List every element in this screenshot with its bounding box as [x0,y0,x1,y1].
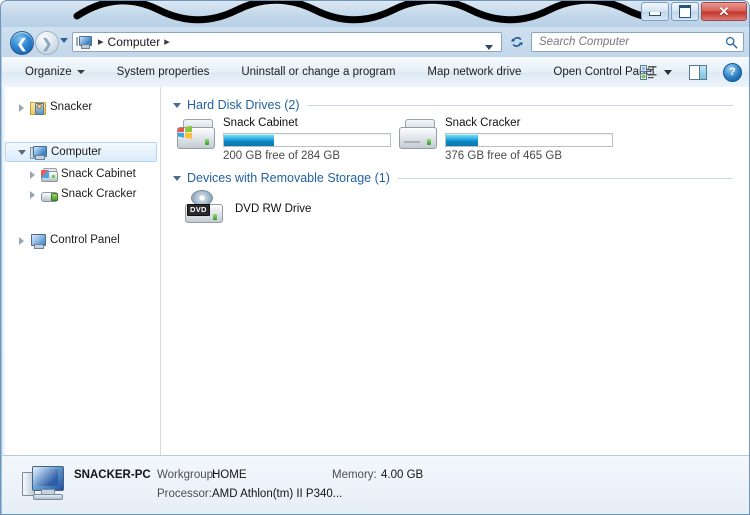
breadcrumb-separator-trailing[interactable]: ▸ [164,36,170,48]
system-properties-button[interactable]: System properties [108,62,219,82]
drive-usage-fill [446,134,478,146]
explorer-window: ✕ ❮ ❯ ▸ Computer ▸ Search Computer Organ… [0,0,750,515]
body-area: Snacker Computer Snack Cabinet Snack Cra… [2,87,749,455]
help-icon[interactable]: ? [723,62,742,82]
obscured-title-scribble [73,1,661,24]
maximize-icon [679,5,691,18]
group-title: Devices with Removable Storage (1) [187,171,390,185]
screenshot-root: ✕ ❮ ❯ ▸ Computer ▸ Search Computer Organ… [0,0,750,515]
sidebar-item-label: Snack Cabinet [61,168,136,180]
hard-drive-icon [40,167,58,182]
sidebar-item-snacker[interactable]: Snacker [2,97,160,117]
view-options-icon[interactable] [640,64,657,80]
workgroup-value: HOME [212,469,247,481]
uninstall-or-change-program-button[interactable]: Uninstall or change a program [232,62,404,82]
content-pane: Hard Disk Drives (2) Snack Cabinet 200 G… [161,87,749,455]
details-pane: SNACKER-PC Workgroup: HOME Memory: 4.00 … [2,455,749,514]
drive-usage-bar [223,133,391,147]
command-bar-right-group: ? [640,57,744,87]
command-bar: Organize System properties Uninstall or … [2,57,749,88]
dvd-drive-icon: DVD [183,190,225,226]
memory-value: 4.00 GB [381,469,424,481]
user-folder-icon [29,100,46,115]
computer-name: SNACKER-PC [74,469,151,481]
back-arrow-icon: ❮ [16,35,28,51]
title-bar[interactable]: ✕ [1,1,749,27]
close-icon: ✕ [718,4,730,19]
breadcrumb-item-computer[interactable]: Computer [108,35,161,49]
control-panel-icon [29,233,46,249]
group-header-hard-disk-drives[interactable]: Hard Disk Drives (2) [173,97,733,113]
drive-usage-bar [445,133,613,147]
search-icon [725,36,738,49]
address-bar: ❮ ❯ ▸ Computer ▸ [2,27,749,57]
close-button[interactable]: ✕ [701,2,747,21]
organize-label: Organize [25,66,72,78]
window-controls[interactable]: ✕ [639,2,747,22]
memory-label: Memory: [332,469,377,481]
computer-icon [76,35,92,49]
device-name: DVD RW Drive [235,203,312,215]
sidebar-item-label: Snack Cracker [61,188,137,200]
map-network-drive-button[interactable]: Map network drive [418,62,530,82]
chevron-right-icon[interactable] [27,169,38,180]
history-dropdown-icon[interactable] [60,38,68,43]
group-rule [307,104,733,106]
chevron-right-icon[interactable] [16,102,27,113]
workgroup-label: Workgroup: [157,469,217,481]
title-bar-glass [1,1,749,27]
navigation-pane: Snacker Computer Snack Cabinet Snack Cra… [2,87,161,455]
removable-drive-icon [40,187,58,202]
organize-button[interactable]: Organize [16,62,94,82]
forward-button[interactable]: ❯ [35,31,59,55]
refresh-button[interactable] [507,32,526,52]
breadcrumb-separator: ▸ [98,36,104,48]
dvd-badge: DVD [187,204,210,216]
breadcrumb-dropdown-icon[interactable] [485,45,493,50]
sidebar-item-snack-cracker[interactable]: Snack Cracker [2,184,160,204]
computer-icon [30,145,47,160]
drive-name: Snack Cabinet [223,117,298,129]
refresh-icon [510,37,523,47]
chevron-down-icon[interactable] [17,147,28,158]
back-button[interactable]: ❮ [10,31,34,55]
chevron-down-icon[interactable] [173,102,181,108]
group-rule [397,177,733,179]
drive-tile-snack-cracker[interactable]: Snack Cracker 376 GB free of 465 GB [397,117,637,162]
maximize-button[interactable] [671,2,699,21]
hard-drive-icon [397,117,439,153]
processor-value: AMD Athlon(tm) II P340... [212,488,343,500]
sidebar-item-control-panel[interactable]: Control Panel [2,230,160,250]
sidebar-item-computer[interactable]: Computer [5,142,157,162]
computer-icon [22,464,68,506]
chevron-right-icon[interactable] [16,235,27,246]
drive-tile-snack-cabinet[interactable]: Snack Cabinet 200 GB free of 284 GB [175,117,415,162]
drive-name: Snack Cracker [445,117,521,129]
sidebar-item-snack-cabinet[interactable]: Snack Cabinet [2,164,160,184]
drive-free-space-label: 200 GB free of 284 GB [223,150,340,162]
minimize-button[interactable] [641,2,669,21]
minimize-icon [649,12,661,16]
breadcrumb[interactable]: ▸ Computer ▸ [72,32,502,52]
sidebar-item-label: Control Panel [50,234,120,246]
processor-label: Processor: [157,488,212,500]
drive-free-space-label: 376 GB free of 465 GB [445,150,562,162]
windows-logo-icon [178,125,192,139]
forward-arrow-icon: ❯ [41,35,53,51]
chevron-down-icon[interactable] [664,69,672,75]
search-input[interactable] [537,35,727,49]
chevron-right-icon[interactable] [27,189,38,200]
device-tile-dvd-rw-drive[interactable]: DVD DVD RW Drive [175,190,395,230]
chevron-down-icon[interactable] [173,175,181,181]
sidebar-item-label: Snacker [50,101,93,113]
system-hard-drive-icon [175,117,217,153]
sidebar-item-label: Computer [51,146,102,158]
search-box[interactable] [531,32,744,52]
drive-usage-fill [224,134,274,146]
group-title: Hard Disk Drives (2) [187,98,300,112]
chevron-down-icon [76,69,85,74]
preview-pane-icon[interactable] [689,64,707,80]
group-header-removable-storage[interactable]: Devices with Removable Storage (1) [173,170,733,186]
